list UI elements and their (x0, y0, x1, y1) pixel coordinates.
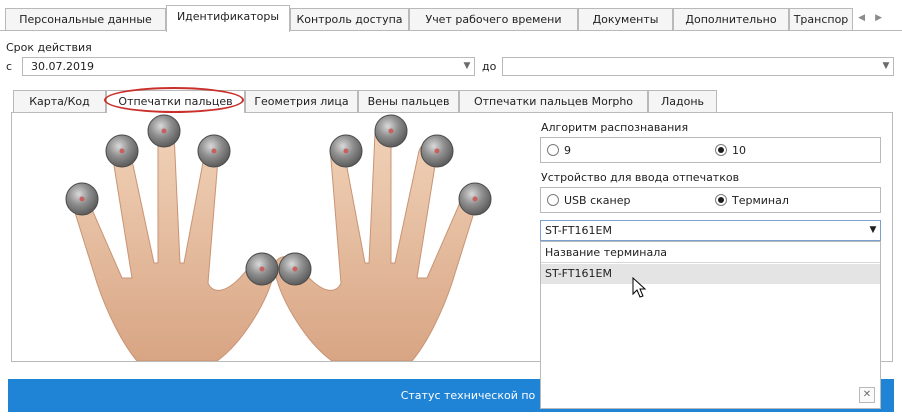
date-to-field[interactable]: ▼ (502, 57, 894, 76)
to-label: до (482, 60, 497, 73)
terminal-radio[interactable] (715, 194, 727, 206)
chevron-down-icon[interactable]: ▼ (460, 58, 474, 75)
algorithm-10-radio[interactable] (715, 144, 727, 156)
right-ring-button[interactable] (420, 134, 454, 168)
right-index-button[interactable] (329, 134, 363, 168)
dropdown-item[interactable]: ST-FT161EM (541, 264, 880, 284)
usb-scanner-radio[interactable] (547, 194, 559, 206)
device-group: USB сканер Терминал (540, 187, 881, 213)
left-middle-button[interactable] (147, 114, 181, 148)
right-thumb-button[interactable] (278, 252, 312, 286)
chevron-right-icon[interactable]: ▶ (875, 13, 892, 23)
tab-transport[interactable]: Транспор (789, 8, 853, 31)
device-label: Устройство для ввода отпечатков (541, 171, 740, 184)
tab-finger-veins[interactable]: Вены пальцев (358, 90, 459, 113)
algorithm-10-label: 10 (732, 144, 746, 157)
tab-divider (0, 30, 902, 31)
dropdown-column-header: Название терминала (541, 242, 880, 263)
date-from-field[interactable]: 30.07.2019 ▼ (22, 57, 475, 76)
validity-title: Срок действия (6, 41, 92, 54)
algorithm-9-radio[interactable] (547, 144, 559, 156)
algorithm-label: Алгоритм распознавания (541, 121, 689, 134)
tab-identifiers[interactable]: Идентификаторы (166, 5, 290, 32)
usb-scanner-label: USB сканер (564, 194, 631, 207)
terminal-select-value: ST-FT161EM (545, 224, 612, 237)
chevron-down-icon[interactable]: ▼ (879, 58, 893, 75)
tab-additional[interactable]: Дополнительно (673, 8, 789, 31)
tab-documents[interactable]: Документы (578, 8, 673, 31)
right-middle-button[interactable] (374, 114, 408, 148)
chevron-down-icon[interactable]: ▼ (866, 221, 880, 240)
terminal-label: Терминал (732, 194, 789, 207)
left-hand (71, 123, 276, 361)
left-pinky-button[interactable] (65, 182, 99, 216)
tab-palm[interactable]: Ладонь (648, 90, 717, 113)
tab-fingerprints-morpho[interactable]: Отпечатки пальцев Morpho (459, 90, 648, 113)
left-thumb-button[interactable] (245, 252, 279, 286)
tab-access-control[interactable]: Контроль доступа (290, 8, 409, 31)
top-tab-bar: Персональные данные Идентификаторы Контр… (2, 4, 900, 32)
algorithm-9-label: 9 (564, 144, 571, 157)
hands-illustration (65, 114, 492, 361)
close-icon[interactable]: ✕ (859, 387, 875, 403)
highlight-ellipse (104, 87, 244, 113)
tab-personal-data[interactable]: Персональные данные (5, 8, 166, 31)
left-index-button[interactable] (197, 134, 231, 168)
tab-time-tracking[interactable]: Учет рабочего времени (409, 8, 578, 31)
tab-scroll-arrows[interactable]: ◀▶ (858, 13, 892, 23)
chevron-left-icon[interactable]: ◀ (858, 13, 875, 23)
date-from-value: 30.07.2019 (31, 60, 94, 73)
mouse-cursor-icon (632, 277, 647, 298)
from-label: с (6, 60, 13, 73)
right-pinky-button[interactable] (458, 182, 492, 216)
left-ring-button[interactable] (105, 134, 139, 168)
status-bar-text: Статус технической по (400, 389, 536, 402)
terminal-dropdown-list: Название терминала ST-FT161EM ✕ (540, 241, 881, 409)
terminal-select[interactable]: ST-FT161EM ▼ (540, 220, 881, 241)
tab-face-geometry[interactable]: Геометрия лица (245, 90, 358, 113)
tab-card-code[interactable]: Карта/Код (13, 90, 106, 113)
algorithm-group: 9 10 (540, 137, 881, 163)
